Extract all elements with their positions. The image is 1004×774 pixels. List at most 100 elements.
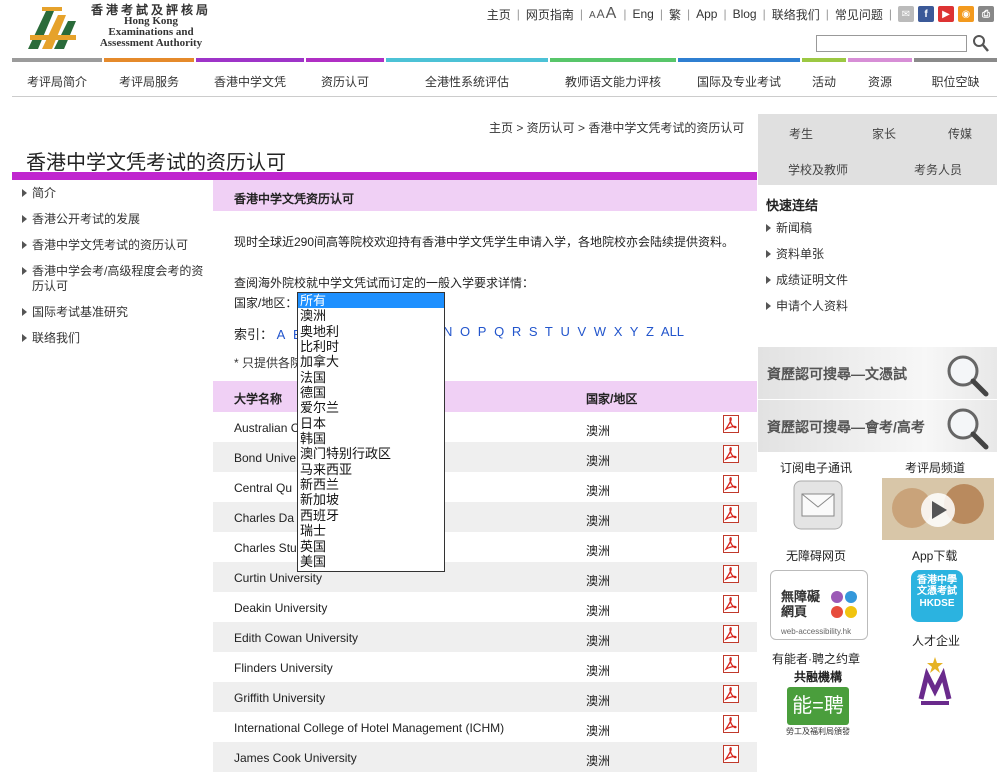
dropdown-option[interactable]: 西班牙: [298, 508, 444, 523]
contact-link[interactable]: 联络我们: [766, 6, 826, 23]
dropdown-option[interactable]: 爱尔兰: [298, 400, 444, 415]
nav-jobs[interactable]: 职位空缺: [914, 58, 997, 94]
tile-newsletter-label[interactable]: 订阅电子通讯: [780, 459, 852, 476]
index-letter-r[interactable]: R: [512, 324, 521, 339]
banner-hkcee-search[interactable]: 資歷認可搜尋—會考/高考: [758, 400, 997, 452]
university-name[interactable]: Deakin University: [234, 601, 327, 615]
email-icon[interactable]: ✉: [898, 6, 914, 22]
audience-exam-personnel[interactable]: 考务人员: [914, 161, 962, 178]
nav-international[interactable]: 国际及专业考试: [678, 58, 800, 94]
audience-parents[interactable]: 家长: [872, 125, 896, 142]
search-icon[interactable]: [972, 33, 990, 53]
index-letter-x[interactable]: X: [614, 324, 623, 339]
university-name[interactable]: James Cook University: [234, 751, 357, 765]
index-letter-s[interactable]: S: [529, 324, 538, 339]
sidebar-item-intro[interactable]: 简介: [12, 186, 207, 201]
sidebar-item-contact[interactable]: 联络我们: [12, 331, 207, 346]
blog-link[interactable]: Blog: [727, 7, 763, 21]
index-letter-z[interactable]: Z: [646, 324, 654, 339]
university-name[interactable]: Charles Stu: [234, 541, 297, 555]
sidebar-item-hkcee-recognition[interactable]: 香港中学会考/高级程度会考的资历认可: [12, 264, 207, 294]
sidebar-item-hkdse-recognition[interactable]: 香港中学文凭考试的资历认可: [12, 238, 207, 253]
dropdown-option[interactable]: 德国: [298, 385, 444, 400]
university-name[interactable]: Australian C: [234, 421, 299, 435]
video-channel-icon[interactable]: [882, 478, 994, 540]
lang-eng-link[interactable]: Eng: [626, 7, 659, 21]
tile-talent-label[interactable]: 人才企业: [912, 632, 960, 649]
dropdown-option[interactable]: 瑞士: [298, 523, 444, 538]
nav-hkdse[interactable]: 香港中学文凭: [196, 58, 304, 94]
app-link[interactable]: App: [690, 7, 723, 21]
hkeaa-logo[interactable]: 香港考試及評核局 Hong Kong Examinations and Asse…: [24, 4, 214, 51]
dropdown-option[interactable]: 马来西亚: [298, 462, 444, 477]
dropdown-option[interactable]: 比利时: [298, 339, 444, 354]
pdf-icon[interactable]: [723, 595, 739, 613]
tile-charter-label[interactable]: 有能者·聘之约章: [772, 650, 860, 667]
dropdown-option[interactable]: 英国: [298, 539, 444, 554]
pdf-icon[interactable]: [723, 625, 739, 643]
dropdown-option[interactable]: 加拿大: [298, 354, 444, 369]
quick-link-certificates[interactable]: 成绩证明文件: [766, 273, 986, 288]
dropdown-option[interactable]: 韩国: [298, 431, 444, 446]
dropdown-option[interactable]: 奥地利: [298, 324, 444, 339]
home-link[interactable]: 主页: [481, 6, 517, 23]
index-letter-u[interactable]: U: [560, 324, 569, 339]
dropdown-option[interactable]: 新加坡: [298, 492, 444, 507]
tile-channel-label[interactable]: 考评局频道: [905, 459, 965, 476]
search-input[interactable]: [816, 35, 967, 52]
banner-hkdse-search[interactable]: 資歷認可搜尋—文憑試: [758, 347, 997, 399]
index-letter-a[interactable]: A: [277, 327, 286, 342]
index-letter-q[interactable]: Q: [494, 324, 504, 339]
nav-services[interactable]: 考评局服务: [104, 58, 194, 94]
print-icon[interactable]: ⎙: [978, 6, 994, 22]
accessibility-badge[interactable]: 無障礙網頁 web-accessibility.hk: [770, 570, 868, 640]
pdf-icon[interactable]: [723, 415, 739, 433]
sidebar-item-benchmark[interactable]: 国际考试基准研究: [12, 305, 207, 320]
dropdown-option[interactable]: 新西兰: [298, 477, 444, 492]
rss-icon[interactable]: ◉: [958, 6, 974, 22]
nav-lpat[interactable]: 教师语文能力评核: [550, 58, 676, 94]
audience-candidates[interactable]: 考生: [789, 125, 813, 142]
sitemap-link[interactable]: 网页指南: [520, 6, 580, 23]
faq-link[interactable]: 常见问题: [829, 6, 889, 23]
university-name[interactable]: Griffith University: [234, 691, 325, 705]
index-letter-v[interactable]: V: [577, 324, 586, 339]
nav-activities[interactable]: 活动: [802, 58, 846, 94]
university-name[interactable]: Curtin University: [234, 571, 322, 585]
index-letter-t[interactable]: T: [545, 324, 553, 339]
country-dropdown-list[interactable]: 所有 澳洲 奥地利 比利时 加拿大 法国 德国 爱尔兰 日本 韩国 澳门特别行政区 马来西亚 新西兰 新加…: [297, 292, 445, 572]
nav-tsa[interactable]: 全港性系统评估: [386, 58, 548, 94]
pdf-icon[interactable]: [723, 655, 739, 673]
nav-about[interactable]: 考评局简介: [12, 58, 102, 94]
pdf-icon[interactable]: [723, 445, 739, 463]
nav-resources[interactable]: 资源: [848, 58, 912, 94]
dropdown-option[interactable]: 日本: [298, 416, 444, 431]
university-name[interactable]: Charles Da: [234, 511, 294, 525]
facebook-icon[interactable]: f: [918, 6, 934, 22]
university-name[interactable]: Flinders University: [234, 661, 333, 675]
university-name[interactable]: International College of Hotel Managemen…: [234, 721, 504, 735]
dropdown-option[interactable]: 美国: [298, 554, 444, 569]
university-name[interactable]: Edith Cowan University: [234, 631, 358, 645]
breadcrumb[interactable]: 主页 > 资历认可 > 香港中学文凭考试的资历认可: [489, 119, 744, 136]
nav-recognition[interactable]: 资历认可: [306, 58, 384, 94]
index-letter-o[interactable]: O: [460, 324, 470, 339]
hkdse-app-icon[interactable]: 香港中學文憑考試 HKDSE: [911, 570, 963, 622]
pdf-icon[interactable]: [723, 535, 739, 553]
pdf-icon[interactable]: [723, 745, 739, 763]
inclusive-org-badge[interactable]: 共融機構 能=聘 勞工及福利局頒發: [783, 668, 853, 736]
tile-accessibility-label[interactable]: 无障碍网页: [786, 547, 846, 564]
pdf-icon[interactable]: [723, 715, 739, 733]
audience-media[interactable]: 传媒: [948, 125, 972, 142]
index-letter-w[interactable]: W: [594, 324, 606, 339]
dropdown-option[interactable]: 所有: [298, 293, 444, 309]
university-name[interactable]: Bond Unive: [234, 451, 296, 465]
quick-link-press[interactable]: 新闻稿: [766, 221, 986, 236]
envelope-icon[interactable]: [793, 480, 843, 530]
dropdown-option[interactable]: 澳门特别行政区: [298, 446, 444, 461]
university-name[interactable]: Central Qu: [234, 481, 292, 495]
talent-enterprise-icon[interactable]: [915, 655, 955, 711]
pdf-icon[interactable]: [723, 475, 739, 493]
pdf-icon[interactable]: [723, 685, 739, 703]
pdf-icon[interactable]: [723, 505, 739, 523]
